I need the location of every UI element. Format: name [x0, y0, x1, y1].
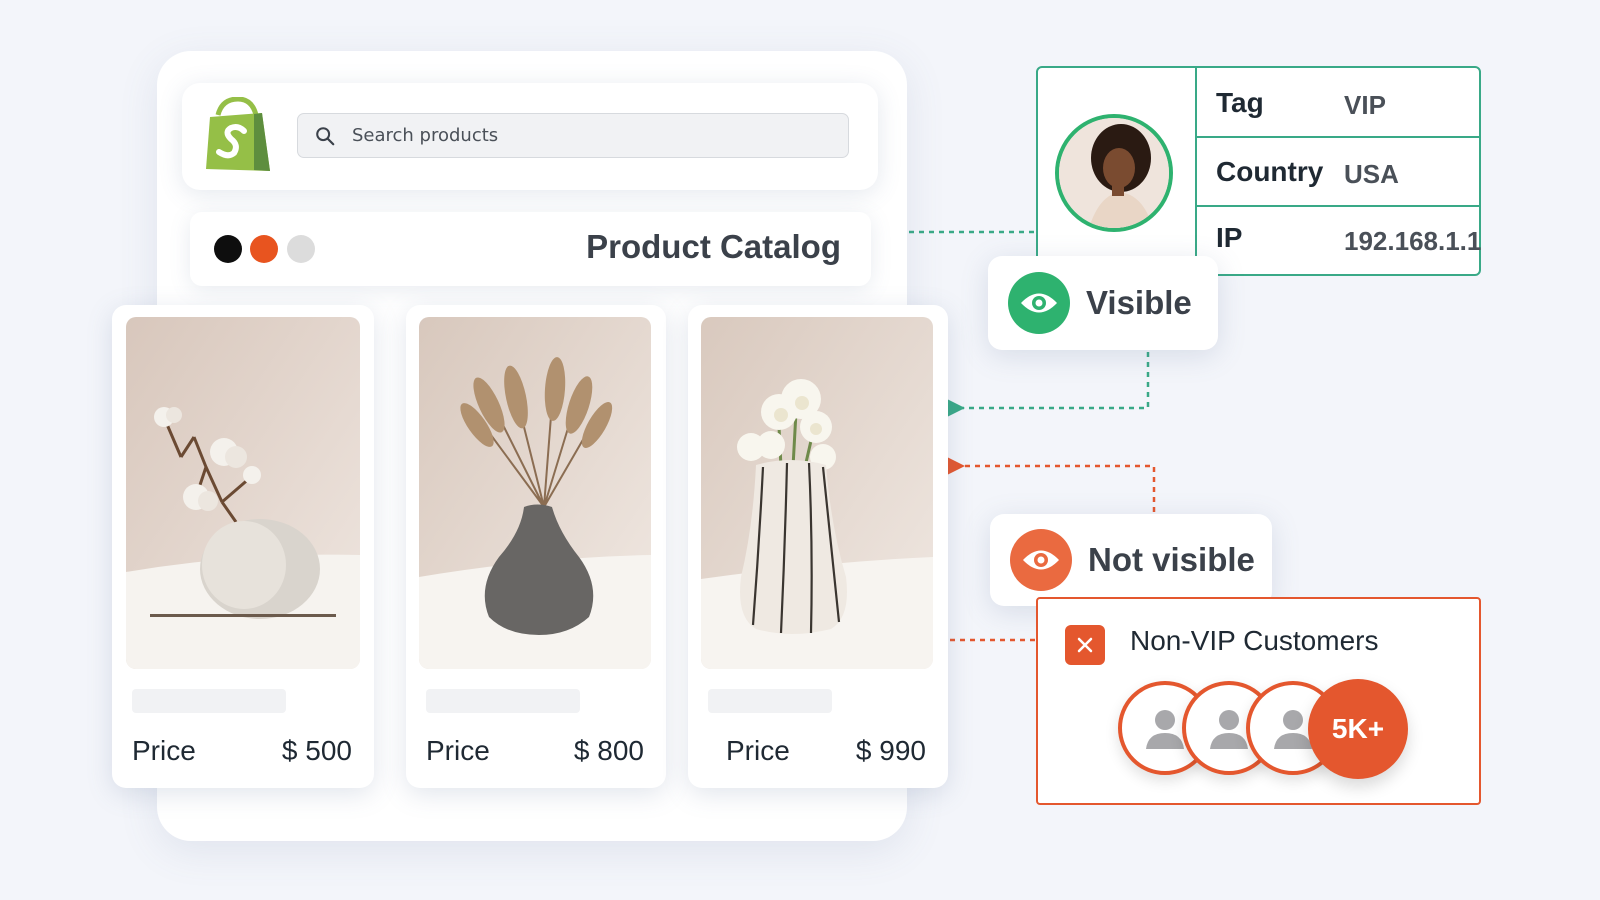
- info-divider: [1197, 136, 1479, 138]
- product-title-placeholder: [426, 689, 580, 713]
- avatar: [1055, 114, 1173, 232]
- price-label: Price: [132, 735, 196, 766]
- info-key-country: Country: [1216, 156, 1324, 187]
- catalog-header: Product Catalog: [190, 212, 871, 286]
- price-value: $ 800: [573, 735, 644, 766]
- price-value: $ 990: [855, 735, 926, 766]
- search-placeholder: Search products: [352, 125, 499, 146]
- not-visible-arrow-line: [935, 451, 1156, 512]
- visible-arrow-line: [935, 352, 1150, 423]
- product-image-striped-vase: [701, 317, 933, 669]
- search-icon: [316, 126, 335, 145]
- product-title-placeholder: [708, 689, 832, 713]
- product-card[interactable]: Price $ 800: [406, 305, 666, 788]
- price-value: $ 500: [281, 735, 352, 766]
- info-key-tag: Tag: [1216, 87, 1264, 118]
- shopify-logo-icon: [206, 97, 270, 171]
- non-vip-customers-card: Non-VIP Customers 5K+: [1036, 597, 1481, 805]
- search-input[interactable]: Search products: [297, 113, 849, 158]
- info-divider: [1197, 205, 1479, 207]
- page-title: Product Catalog: [586, 228, 841, 265]
- customer-photo: [1059, 118, 1169, 228]
- product-card[interactable]: Price $ 990: [688, 305, 948, 788]
- visible-chip: Visible: [988, 256, 1218, 350]
- price-label: Price: [426, 735, 490, 766]
- customer-info-card: Tag VIP Country USA IP 192.168.1.1: [1036, 66, 1481, 276]
- product-card[interactable]: Price $ 500: [112, 305, 374, 788]
- customer-count-badge: 5K+: [1308, 679, 1408, 779]
- visible-label: Visible: [1086, 284, 1192, 321]
- info-divider: [1195, 68, 1197, 274]
- non-vip-title: Non-VIP Customers: [1130, 625, 1379, 656]
- eye-icon: [1008, 272, 1070, 334]
- not-visible-label: Not visible: [1088, 541, 1255, 578]
- eye-icon: [1010, 529, 1072, 591]
- info-value-tag: VIP: [1344, 90, 1386, 120]
- info-value-country: USA: [1344, 159, 1399, 189]
- info-key-ip: IP: [1216, 222, 1243, 253]
- close-icon[interactable]: [1065, 625, 1105, 665]
- info-value-ip: 192.168.1.1: [1344, 226, 1482, 256]
- product-image-gray-vase: [419, 317, 651, 669]
- not-visible-chip: Not visible: [990, 514, 1272, 606]
- color-dot-orange[interactable]: [250, 235, 278, 263]
- price-label: Price: [726, 735, 790, 766]
- product-image-cotton-vase: [126, 317, 360, 669]
- color-dot-gray[interactable]: [287, 235, 315, 263]
- color-dot-black[interactable]: [214, 235, 242, 263]
- product-title-placeholder: [132, 689, 286, 713]
